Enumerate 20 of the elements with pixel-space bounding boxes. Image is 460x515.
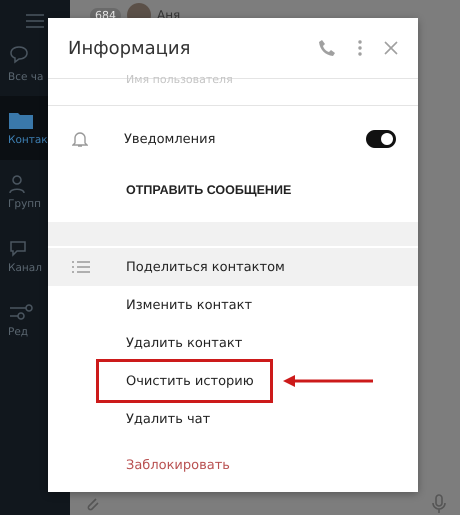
field-label: Имя пользователя — [126, 73, 233, 86]
menu-item[interactable]: Удалить контакт — [126, 336, 242, 350]
arrow-icon — [283, 375, 373, 387]
menu-item[interactable]: Поделиться контактом — [126, 260, 285, 274]
menu-item[interactable]: Заблокировать — [126, 458, 230, 472]
menu-item[interactable]: Очистить историю — [126, 374, 254, 388]
dialog-title: Информация — [68, 38, 192, 58]
list-icon — [72, 261, 90, 273]
more-icon[interactable] — [358, 40, 362, 56]
menu-item[interactable]: Удалить чат — [126, 412, 210, 426]
notifications-toggle[interactable] — [366, 130, 396, 148]
close-icon[interactable] — [384, 41, 398, 55]
phone-icon[interactable] — [318, 39, 336, 57]
menu-icon[interactable] — [26, 14, 44, 28]
microphone-icon[interactable] — [432, 494, 446, 514]
sliders-icon — [8, 302, 34, 322]
menu-item[interactable]: Изменить контакт — [126, 298, 252, 312]
bell-icon — [72, 130, 88, 148]
notifications-label: Уведомления — [124, 132, 216, 146]
folder-icon — [8, 110, 34, 130]
